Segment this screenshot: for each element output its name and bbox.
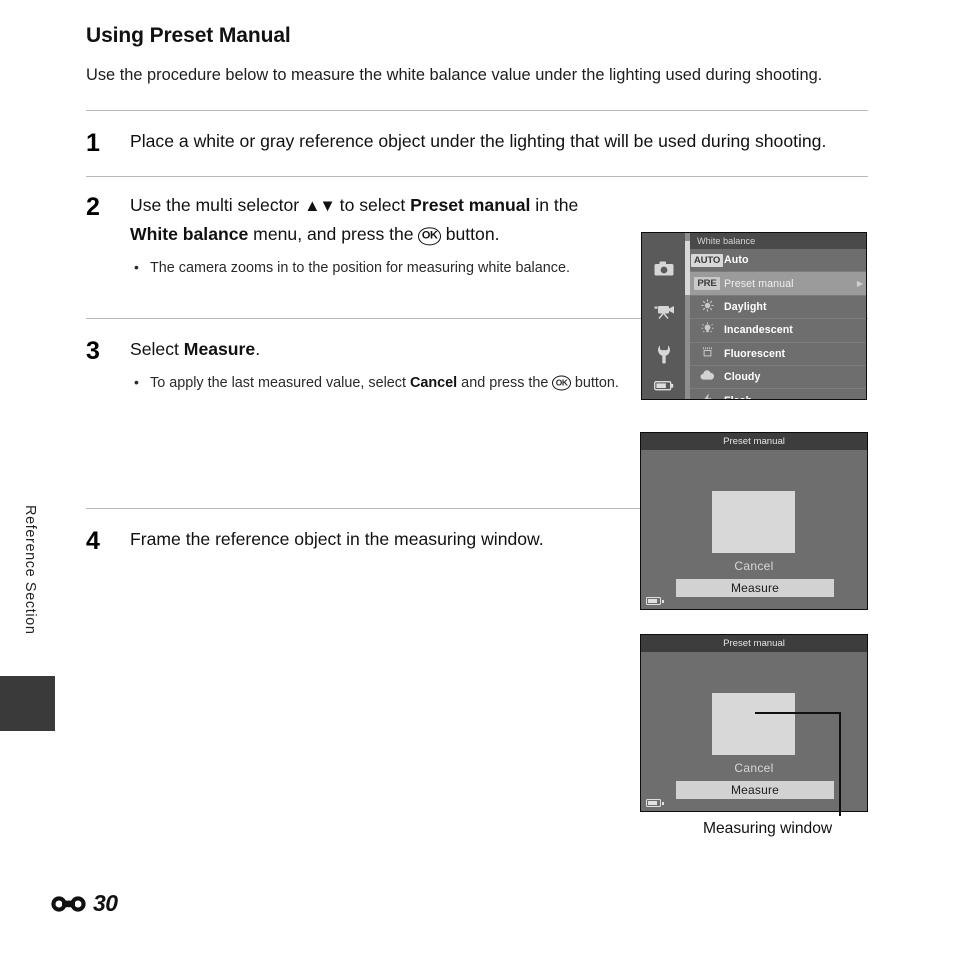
step-bullets: The camera zooms in to the position for …: [130, 257, 600, 280]
screen-title: Preset manual: [641, 433, 867, 450]
step-number: 1: [86, 129, 100, 157]
manual-page: Reference Section Using Preset Manual Us…: [0, 0, 954, 954]
white-balance-option-row[interactable]: Flash: [690, 389, 866, 399]
measuring-window-frame: [712, 491, 795, 553]
flash-icon: [690, 392, 724, 399]
submenu-arrow-icon: ▶: [856, 279, 864, 289]
fluorescent-icon: [690, 346, 724, 362]
incandescent-icon: [690, 322, 724, 338]
setup-menu-icon: [642, 345, 685, 367]
menu-title: White balance: [690, 233, 866, 249]
step-number: 4: [86, 527, 100, 555]
callout-leader-vertical: [839, 712, 841, 816]
wb-badge-pre: PRE: [690, 277, 724, 291]
section-side-label: Reference Section: [22, 505, 38, 635]
white-balance-menu-screenshot: White balance AUTO Auto PRE Preset manual ▶ D…: [641, 232, 867, 400]
cancel-option[interactable]: Cancel: [641, 761, 867, 775]
white-balance-option-label: Incandescent: [724, 324, 793, 337]
white-balance-option-label: Preset manual: [724, 277, 794, 290]
step-number: 2: [86, 193, 100, 221]
white-balance-option-label: Fluorescent: [724, 347, 786, 360]
daylight-icon: [690, 299, 724, 315]
section-tab-marker: [0, 676, 55, 731]
measuring-window-frame: [712, 693, 795, 755]
measure-option[interactable]: Measure: [676, 781, 834, 799]
intro-paragraph: Use the procedure below to measure the w…: [86, 66, 823, 84]
bullet-item: The camera zooms in to the position for …: [130, 257, 600, 280]
wb-badge-auto: AUTO: [690, 253, 724, 267]
white-balance-option-label: Cloudy: [724, 371, 761, 384]
movie-menu-icon: [642, 303, 685, 322]
bullet-item: To apply the last measured value, select…: [130, 372, 630, 395]
white-balance-option-row[interactable]: PRE Preset manual ▶: [690, 272, 866, 296]
measure-option[interactable]: Measure: [676, 579, 834, 597]
cloudy-icon: [690, 370, 724, 384]
callout-label: Measuring window: [703, 820, 833, 837]
white-balance-option-label: Daylight: [724, 300, 767, 313]
step-text: Frame the reference object in the measur…: [130, 529, 544, 549]
white-balance-option-label: Flash: [724, 395, 852, 399]
white-balance-option-label: Auto: [724, 254, 749, 267]
reference-section-icon: [50, 893, 90, 915]
screen-title: Preset manual: [641, 635, 867, 652]
camera-menu-sidebar: [642, 233, 685, 399]
page-folio: 30: [50, 890, 118, 917]
step-number: 3: [86, 336, 100, 365]
white-balance-option-row[interactable]: AUTO Auto: [690, 249, 866, 273]
callout-leader-horizontal: [755, 712, 841, 714]
white-balance-option-row[interactable]: Daylight: [690, 295, 866, 320]
step-bullets: To apply the last measured value, select…: [130, 372, 630, 395]
white-balance-option-list: AUTO Auto PRE Preset manual ▶ Daylight Incande…: [690, 249, 866, 399]
white-balance-option-row[interactable]: Incandescent: [690, 319, 866, 343]
battery-icon: [646, 597, 664, 605]
step-text: Place a white or gray reference object u…: [130, 131, 827, 151]
preset-manual-screenshot-step3: Preset manual Cancel Measure: [640, 432, 868, 610]
white-balance-option-row[interactable]: Cloudy: [690, 365, 866, 390]
step-1: 1 Place a white or gray reference object…: [86, 127, 868, 158]
page-title: Using Preset Manual: [86, 24, 291, 47]
shooting-menu-icon: [642, 261, 685, 279]
battery-icon: [646, 799, 664, 807]
battery-icon: [642, 381, 685, 394]
step-text: Use the multi selector ▲▼ to select Pres…: [130, 195, 579, 246]
preset-manual-screenshot-step4: Preset manual Cancel Measure: [640, 634, 868, 812]
ok-button-icon: OK: [418, 227, 441, 246]
cancel-option[interactable]: Cancel: [641, 559, 867, 573]
ok-button-icon: OK: [552, 375, 571, 391]
step-text: Select Measure.: [130, 338, 261, 359]
white-balance-option-row[interactable]: Fluorescent: [690, 342, 866, 366]
page-number: 30: [93, 890, 118, 916]
